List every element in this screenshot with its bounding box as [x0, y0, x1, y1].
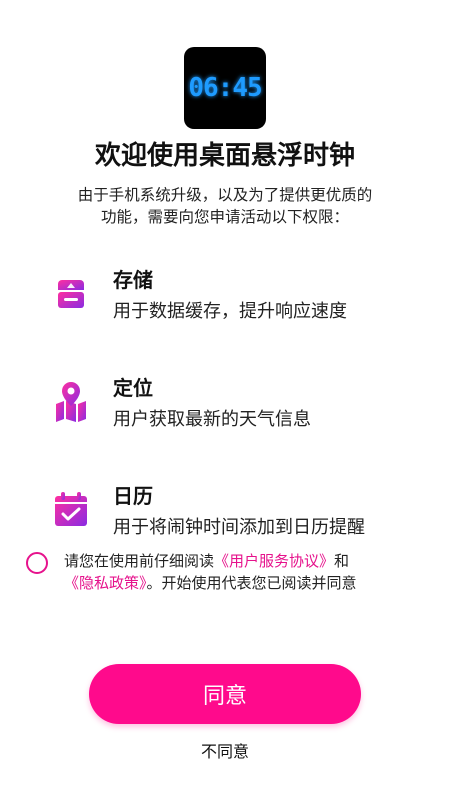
- permission-storage-name: 存储: [113, 268, 153, 292]
- disagree-button[interactable]: 不同意: [0, 738, 450, 762]
- agreement-suffix: 。开始使用代表您已阅读并同意: [146, 574, 357, 592]
- welcome-title: 欢迎使用桌面悬浮时钟: [94, 141, 355, 171]
- permission-calendar: 日历 用于将闹钟时间添加到日历提醒: [50, 480, 420, 550]
- agreement-radio[interactable]: [26, 552, 48, 574]
- permission-location-desc: 用户获取最新的天气信息: [113, 409, 311, 430]
- user-agreement-link[interactable]: 《用户服务协议》: [214, 552, 334, 570]
- agreement-prefix: 请您在使用前仔细阅读: [64, 552, 215, 570]
- app-logo-clock-text: 06:45: [188, 73, 262, 103]
- agree-button-label: 同意: [202, 684, 247, 709]
- permission-storage: 存储 用于数据缓存，提升响应速度: [50, 264, 420, 334]
- intro-text: 由于手机系统升级，以及为了提供更优质的 功能，需要向您申请活动以下权限：: [50, 184, 400, 228]
- storage-icon: [58, 280, 84, 308]
- privacy-policy-link[interactable]: 《隐私政策》: [64, 574, 147, 592]
- intro-line-1: 由于手机系统升级，以及为了提供更优质的: [77, 186, 373, 204]
- intro-line-2: 功能，需要向您申请活动以下权限：: [100, 208, 349, 226]
- permission-storage-desc: 用于数据缓存，提升响应速度: [113, 301, 347, 322]
- agreement-row: 请您在使用前仔细阅读《用户服务协议》和《隐私政策》。开始使用代表您已阅读并同意: [26, 550, 426, 600]
- agreement-and: 和: [334, 552, 350, 570]
- agreement-text: 请您在使用前仔细阅读《用户服务协议》和《隐私政策》。开始使用代表您已阅读并同意: [64, 550, 424, 594]
- permission-location-name: 定位: [113, 376, 153, 400]
- agree-button[interactable]: 同意: [89, 664, 361, 724]
- permission-location: 定位 用户获取最新的天气信息: [50, 372, 420, 442]
- permission-calendar-name: 日历: [113, 484, 153, 508]
- app-logo: 06:45: [184, 47, 266, 129]
- permission-calendar-desc: 用于将闹钟时间添加到日历提醒: [113, 517, 365, 538]
- calendar-icon: [55, 492, 87, 526]
- location-icon: [56, 382, 86, 422]
